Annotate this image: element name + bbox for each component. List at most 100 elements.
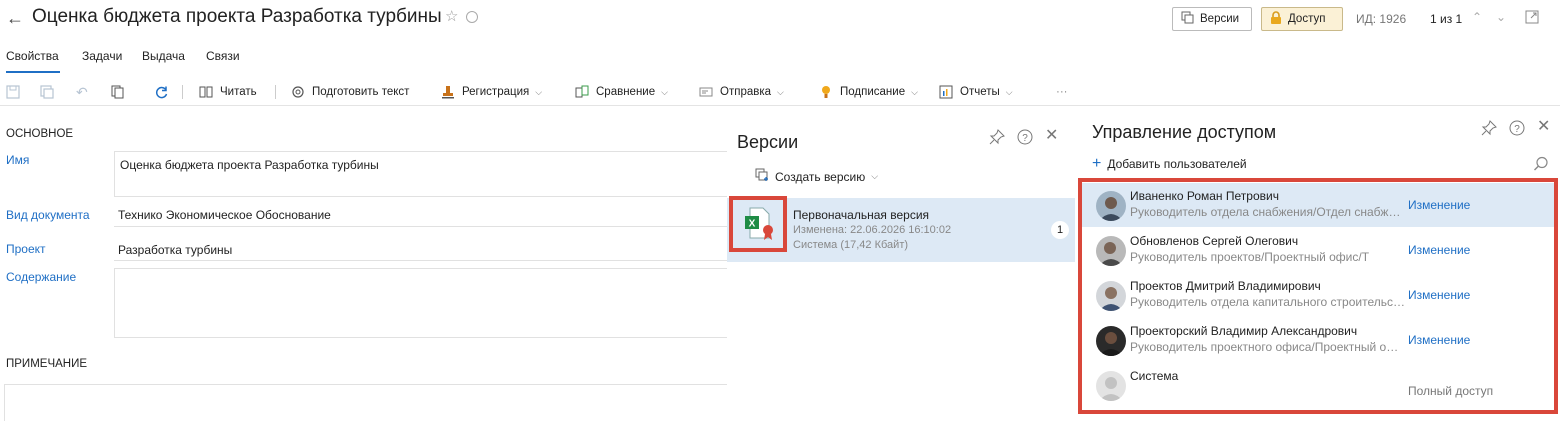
field-label-content: Содержание — [6, 270, 77, 284]
close-icon[interactable]: ✕ — [1045, 128, 1058, 144]
svg-text:?: ? — [1514, 124, 1520, 135]
compare-dropdown[interactable]: Сравнение ⌵ — [574, 83, 668, 101]
create-version-dropdown[interactable]: Создать версию ⌵ — [755, 168, 878, 185]
back-arrow-icon[interactable]: ← — [6, 8, 26, 28]
status-circle-icon[interactable] — [466, 11, 478, 23]
close-icon[interactable]: ✕ — [1537, 119, 1550, 135]
doc-type-value[interactable]: Технико Экономическое Обоснование — [118, 208, 331, 222]
add-users-label: Добавить пользователей — [1107, 157, 1247, 171]
read-button-label: Читать — [220, 86, 257, 98]
version-author: Система (17,42 Кбайт) — [793, 239, 909, 251]
content-field[interactable] — [114, 268, 734, 338]
tab-issuance[interactable]: Выдача — [142, 49, 185, 63]
refresh-icon[interactable] — [154, 83, 169, 101]
user-role: Руководитель проектов/Проектный офис/Т — [1130, 250, 1370, 264]
star-icon[interactable]: ☆ — [445, 9, 459, 24]
access-management-panel: Управление доступом ? ✕ + Добавить польз… — [1077, 110, 1560, 421]
access-level-link[interactable]: Изменение — [1408, 198, 1470, 212]
chevron-down-icon: ⌵ — [1005, 86, 1013, 97]
pin-icon[interactable] — [989, 129, 1005, 145]
tab-links[interactable]: Связи — [206, 49, 240, 63]
compare-icon — [574, 84, 590, 100]
toolbar-separator — [275, 85, 276, 99]
send-icon — [698, 84, 714, 100]
help-icon[interactable]: ? — [1017, 129, 1033, 145]
open-in-window-icon[interactable] — [1524, 9, 1540, 25]
user-row[interactable]: Проектов Дмитрий Владимирович Руководите… — [1082, 273, 1554, 317]
user-name: Система — [1130, 369, 1179, 383]
access-level-text: Полный доступ — [1408, 384, 1494, 398]
tab-properties[interactable]: Свойства — [6, 49, 59, 63]
access-button[interactable]: Доступ — [1261, 7, 1343, 31]
versions-button[interactable]: Версии — [1172, 7, 1252, 31]
field-label-doc-type: Вид документа — [6, 208, 90, 222]
name-field-value: Оценка бюджета проекта Разработка турбин… — [120, 158, 379, 172]
note-field[interactable] — [4, 384, 734, 421]
user-name: Проектов Дмитрий Владимирович — [1130, 279, 1321, 293]
gear-icon — [290, 84, 306, 100]
versions-panel-title: Версии — [737, 132, 799, 152]
active-tab-indicator — [6, 71, 60, 73]
access-level-link[interactable]: Изменение — [1408, 333, 1470, 347]
pin-icon[interactable] — [1481, 120, 1497, 136]
save-icon[interactable] — [6, 83, 20, 101]
avatar — [1096, 191, 1126, 221]
read-button[interactable]: Читать — [198, 83, 257, 101]
help-icon[interactable]: ? — [1509, 120, 1525, 136]
user-role: Руководитель отдела капитального строите… — [1130, 295, 1406, 309]
user-row[interactable]: Проекторский Владимир Александрович Руко… — [1082, 318, 1554, 362]
prepare-text-button[interactable]: Подготовить текст — [290, 83, 409, 101]
access-users-list: Иваненко Роман Петрович Руководитель отд… — [1078, 178, 1558, 414]
avatar — [1096, 236, 1126, 266]
save-all-icon[interactable] — [40, 83, 54, 101]
add-users-button[interactable]: + Добавить пользователей — [1092, 155, 1247, 172]
more-options-icon[interactable]: ··· — [1056, 83, 1068, 101]
signing-dropdown[interactable]: Подписание ⌵ — [818, 83, 918, 101]
avatar — [1096, 281, 1126, 311]
compare-label: Сравнение — [596, 86, 656, 98]
stamp-icon — [440, 84, 456, 100]
document-header: ← Оценка бюджета проекта Разработка турб… — [0, 0, 1560, 40]
tab-tasks[interactable]: Задачи — [82, 49, 122, 63]
send-dropdown[interactable]: Отправка ⌵ — [698, 83, 784, 101]
chevron-down-icon: ⌵ — [871, 171, 879, 181]
prepare-text-label: Подготовить текст — [312, 86, 410, 98]
chevron-down-icon: ⌵ — [911, 86, 918, 97]
user-row[interactable]: Обновленов Сергей Олегович Руководитель … — [1082, 228, 1554, 272]
user-name: Иваненко Роман Петрович — [1130, 189, 1279, 203]
plus-icon: + — [1092, 155, 1102, 172]
user-row[interactable]: Система Полный доступ — [1082, 363, 1554, 407]
access-level-link[interactable]: Изменение — [1408, 288, 1470, 302]
search-icon[interactable] — [1533, 156, 1549, 172]
access-level-link[interactable]: Изменение — [1408, 243, 1470, 257]
new-version-icon — [755, 168, 769, 185]
version-number-badge: 1 — [1051, 221, 1069, 239]
avatar — [1096, 371, 1126, 401]
signature-icon — [818, 84, 834, 100]
chevron-up-icon[interactable]: ⌃ — [1472, 10, 1482, 24]
field-label-name: Имя — [6, 153, 30, 167]
registration-label: Регистрация — [462, 86, 530, 98]
project-value[interactable]: Разработка турбины — [118, 243, 232, 257]
reports-dropdown[interactable]: Отчеты ⌵ — [938, 83, 1013, 101]
version-file-highlight[interactable]: X — [729, 196, 787, 252]
pager-counter: 1 из 1 — [1430, 12, 1463, 26]
lock-icon — [1270, 10, 1282, 28]
registration-dropdown[interactable]: Регистрация ⌵ — [440, 83, 542, 101]
copy-icon[interactable] — [110, 83, 124, 101]
book-icon — [198, 84, 214, 100]
user-row[interactable]: Иваненко Роман Петрович Руководитель отд… — [1082, 183, 1554, 227]
toolbar-separator — [182, 85, 183, 99]
svg-text:?: ? — [1022, 133, 1028, 144]
send-label: Отправка — [720, 86, 772, 98]
access-button-label: Доступ — [1288, 13, 1326, 25]
avatar — [1096, 326, 1126, 356]
reports-label: Отчеты — [960, 86, 1000, 98]
versions-icon — [1181, 11, 1194, 27]
versions-panel: Версии ? ✕ Создать версию ⌵ — [727, 110, 1075, 421]
chevron-down-icon[interactable]: ⌄ — [1496, 10, 1506, 24]
excel-file-icon: X — [745, 207, 773, 240]
project-underline — [114, 260, 734, 261]
versions-button-label: Версии — [1200, 13, 1240, 25]
undo-icon[interactable]: ↶ — [76, 83, 88, 101]
